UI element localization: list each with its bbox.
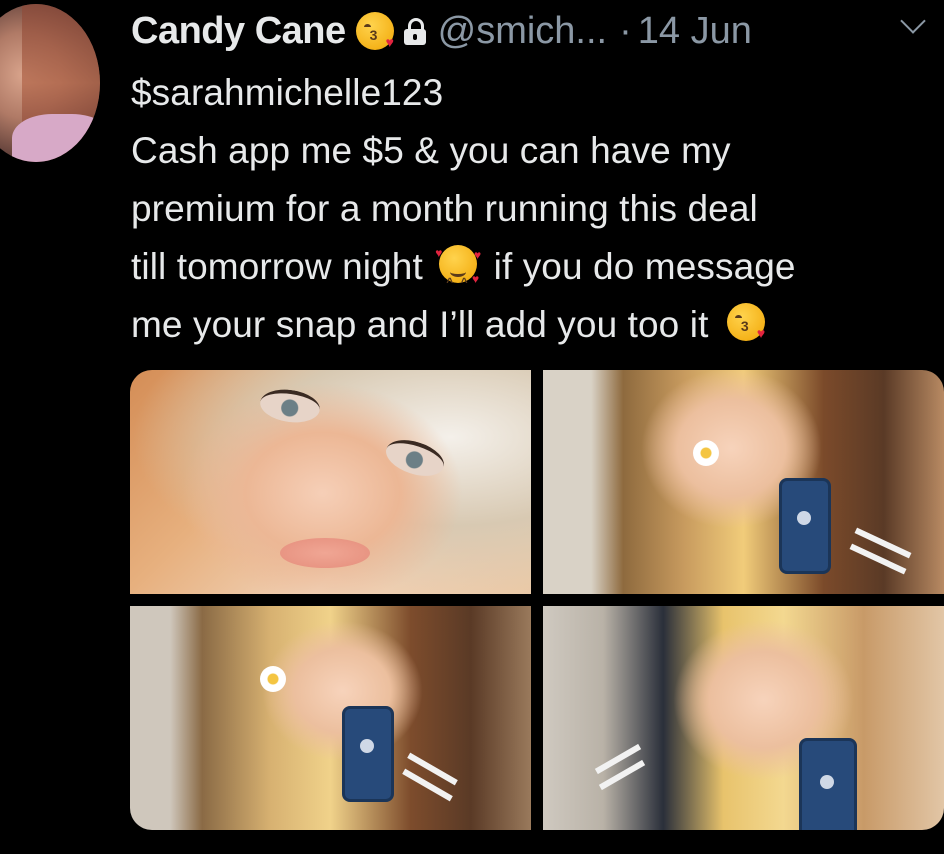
smiling-face-with-hearts-icon: ♥♥♥ — [435, 245, 481, 311]
tweet-text-line-with-emoji: me your snap and I’ll add you too it ♥ — [131, 296, 944, 354]
tweet-text-line: Cash app me $5 & you can have my — [131, 130, 731, 171]
author-name[interactable]: Candy Cane — [131, 10, 346, 53]
separator-dot: · — [619, 9, 632, 52]
face-blowing-kiss-icon: ♥ — [726, 303, 765, 341]
tweet-text-line: premium for a month running this deal — [131, 188, 758, 229]
photo-detail — [260, 666, 286, 692]
tweet-text-segment: me your snap and I’ll add you too it — [131, 304, 709, 345]
author-avatar[interactable] — [0, 4, 100, 162]
tweet-text-segment: if you do message — [493, 246, 796, 287]
media-photo-4[interactable] — [543, 606, 944, 830]
lock-icon — [403, 18, 426, 45]
avatar-shirt — [12, 114, 100, 162]
face-blowing-kiss-icon: ♥ — [355, 12, 394, 50]
media-grid — [130, 370, 944, 830]
photo-detail — [258, 385, 322, 427]
photo-detail — [381, 433, 449, 483]
tweet-text: $sarahmichelle123 Cash app me $5 & you c… — [131, 64, 944, 354]
media-photo-3[interactable] — [130, 606, 531, 830]
photo-detail — [342, 706, 394, 802]
tweet-text-segment: till tomorrow night — [131, 246, 423, 287]
media-photo-2[interactable] — [543, 370, 944, 594]
photo-detail — [779, 478, 831, 574]
chevron-down-icon[interactable] — [900, 8, 926, 34]
tweet-text-line: $sarahmichelle123 — [131, 72, 444, 113]
photo-detail — [799, 738, 857, 830]
media-photo-1[interactable] — [130, 370, 531, 594]
photo-detail — [280, 538, 370, 568]
tweet-text-line-with-emoji: till tomorrow night ♥♥♥ if you do messag… — [131, 238, 944, 311]
tweet-header: Candy Cane ♥ @smich... · 14 Jun — [131, 6, 752, 56]
author-handle[interactable]: @smich... — [438, 10, 607, 53]
photo-detail — [693, 440, 719, 466]
tweet-date[interactable]: 14 Jun — [638, 10, 752, 53]
